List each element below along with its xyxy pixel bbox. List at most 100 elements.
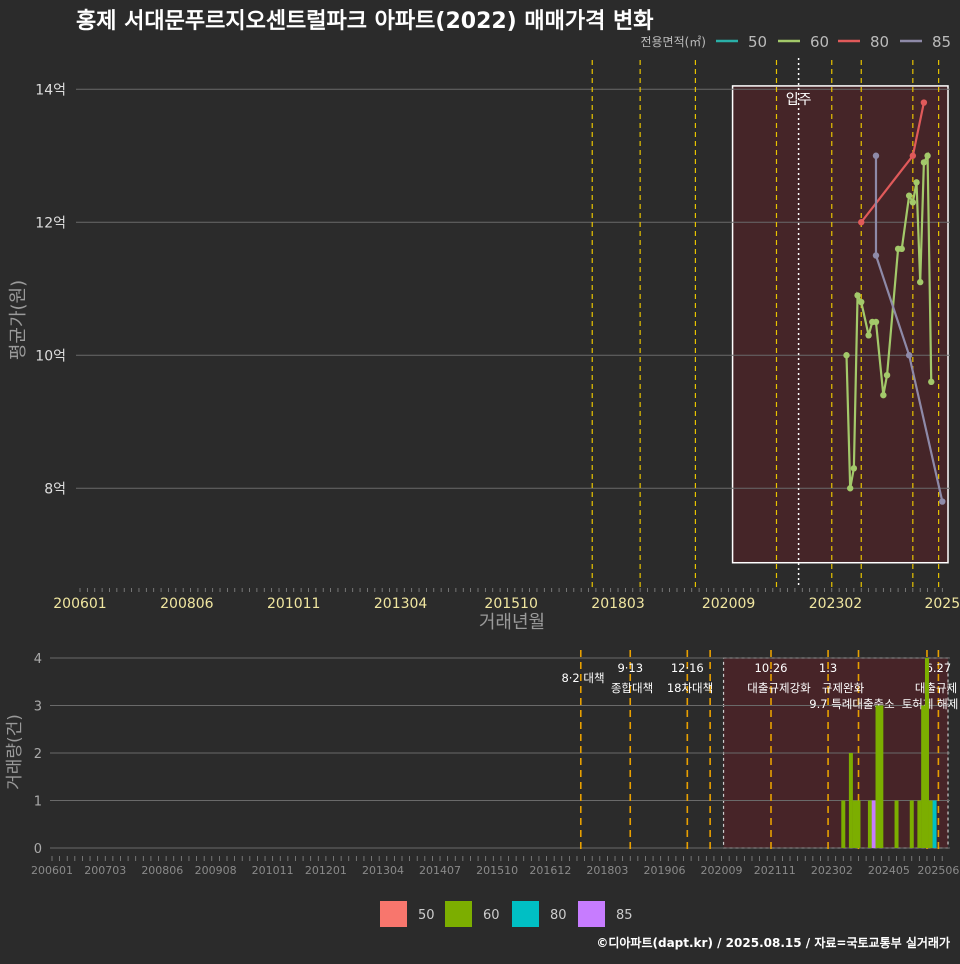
data-point-60 <box>928 378 935 386</box>
footer-credit: ©디아파트(dapt.kr) / 2025.08.15 / 자료=국토교통부 실… <box>596 935 950 950</box>
volume-y-title: 거래량(건) <box>5 714 25 790</box>
volume-x-tick-label: 200703 <box>84 864 126 877</box>
volume-x-tick-label: 202302 <box>811 864 853 877</box>
legend-label-85: 85 <box>932 33 951 51</box>
volume-bar-60 <box>909 800 914 848</box>
volume-bar-60 <box>841 800 846 848</box>
volume-bar-60 <box>928 800 933 848</box>
volume-x-tick-label: 201011 <box>252 864 294 877</box>
data-point-60 <box>872 318 880 326</box>
x-tick-label: 201304 <box>374 596 428 612</box>
policy-date-label: 9·13 <box>617 661 643 675</box>
legend-label-50: 50 <box>748 33 767 51</box>
volume-bar-60 <box>879 705 884 848</box>
chart-stage: 8억 10억 12억 14억 입주 200601 200806 201011 201304 201… <box>0 0 960 960</box>
data-point-60 <box>883 372 891 379</box>
volume-bar-60 <box>917 800 922 848</box>
data-point-85 <box>939 498 946 505</box>
volume-y-tick: 2 <box>34 747 42 762</box>
policy-name-label: 대출규제강화 <box>747 681 811 695</box>
policy-name-label: 토허제 해제 <box>902 697 959 711</box>
x-tick-label: 2025 <box>924 596 960 612</box>
volume-legend-label-80: 80 <box>550 908 567 923</box>
y-tick-label: 14억 <box>35 82 66 98</box>
volume-y-tick: 1 <box>34 795 42 810</box>
volume-bar-60 <box>848 753 853 848</box>
data-point-80 <box>920 99 928 106</box>
data-point-60 <box>846 485 854 492</box>
policy-name-label: 18차대책 <box>667 681 713 695</box>
x-tick-label: 201510 <box>484 596 537 612</box>
data-point-80 <box>909 152 917 159</box>
volume-bar-60 <box>852 800 857 848</box>
volume-panel: 0 1 2 3 4 거래량(건) 9·13 12·16 10.26 1.3 6.27 8·2 대책종합… <box>5 650 959 927</box>
x-tick-label: 202302 <box>809 596 862 612</box>
x-tick-label: 202009 <box>702 596 755 612</box>
data-point-60 <box>905 192 913 199</box>
chart-svg: 8억10억12억14억입주200601 200806 201011 201304 201… <box>5 9 960 950</box>
volume-x-tick-label: 200601 <box>31 864 73 877</box>
volume-bar-60 <box>856 800 861 848</box>
x-tick-label: 200806 <box>160 596 214 612</box>
volume-legend-key-85 <box>578 901 605 927</box>
data-point-60 <box>858 298 865 306</box>
volume-x-tick-label: 201803 <box>586 864 628 877</box>
data-point-85 <box>872 252 880 259</box>
y-tick-label: 8억 <box>44 481 66 497</box>
volume-legend-label-50: 50 <box>418 908 435 923</box>
data-point-85 <box>872 152 880 159</box>
policy-name-label: 8·2 대책 <box>561 671 604 685</box>
occupancy-region <box>731 85 949 564</box>
volume-bar-60 <box>894 800 899 848</box>
data-point-60 <box>850 465 858 472</box>
chart-title: 홍제 서대문푸르지오센트럴파크 아파트(2022) 매매가격 변화 <box>76 9 654 34</box>
data-point-60 <box>898 245 905 253</box>
y-axis-title: 평균가(원) <box>8 280 29 360</box>
data-point-60 <box>909 199 917 206</box>
legend-label-80: 80 <box>870 33 889 51</box>
price-panel: 8억 10억 12억 14억입주 200601 200806 201011 201304 201… <box>8 33 960 633</box>
policy-date-label: 12·16 <box>671 661 704 675</box>
y-tick-label: 10억 <box>35 348 66 364</box>
data-point-60 <box>865 332 872 339</box>
legend-title: 전용면적(㎡) <box>640 35 706 49</box>
volume-x-tick-label: 200806 <box>141 864 183 877</box>
data-point-80 <box>858 219 865 226</box>
volume-legend-key-50 <box>380 901 407 927</box>
volume-bar-60 <box>875 705 880 848</box>
volume-legend-key-60 <box>445 901 472 927</box>
data-point-60 <box>917 278 924 286</box>
policy-date-label: 10.26 <box>755 661 788 675</box>
data-point-60 <box>913 179 920 186</box>
policy-date-label: 1.3 <box>819 661 837 675</box>
x-tick-label: 201011 <box>267 596 320 612</box>
occupancy-label: 입주 <box>786 92 812 108</box>
volume-x-tick-label: 202506 <box>917 864 959 877</box>
volume-bar-60 <box>921 705 926 848</box>
volume-x-tick-label: 200908 <box>195 864 237 877</box>
y-tick-label: 12억 <box>35 215 66 231</box>
volume-bar-60 <box>867 800 872 848</box>
volume-x-tick-label: 201407 <box>419 864 461 877</box>
volume-y-tick: 3 <box>34 700 42 715</box>
volume-x-tick-label: 201612 <box>529 864 571 877</box>
policy-name-label: 종합대책 <box>611 681 653 695</box>
volume-x-tick-label: 201906 <box>643 864 685 877</box>
volume-legend-label-60: 60 <box>483 908 500 923</box>
data-point-60 <box>854 292 861 299</box>
volume-x-tick-label: 201304 <box>362 864 404 877</box>
volume-x-tick-label: 202405 <box>868 864 910 877</box>
volume-legend-key-80 <box>512 901 539 927</box>
x-tick-label: 200601 <box>53 596 106 612</box>
data-point-60 <box>920 159 928 166</box>
legend-label-60: 60 <box>810 33 829 51</box>
policy-date-label: 6.27 <box>926 661 952 675</box>
x-tick-label: 201803 <box>591 596 644 612</box>
policy-name-label: 규제완화 <box>822 681 865 695</box>
volume-y-tick: 0 <box>34 842 42 857</box>
volume-bar-80 <box>932 800 937 848</box>
data-point-60 <box>843 352 850 359</box>
volume-x-tick-label: 201201 <box>305 864 347 877</box>
data-point-85 <box>905 352 913 359</box>
x-axis-title: 거래년월 <box>479 612 545 633</box>
